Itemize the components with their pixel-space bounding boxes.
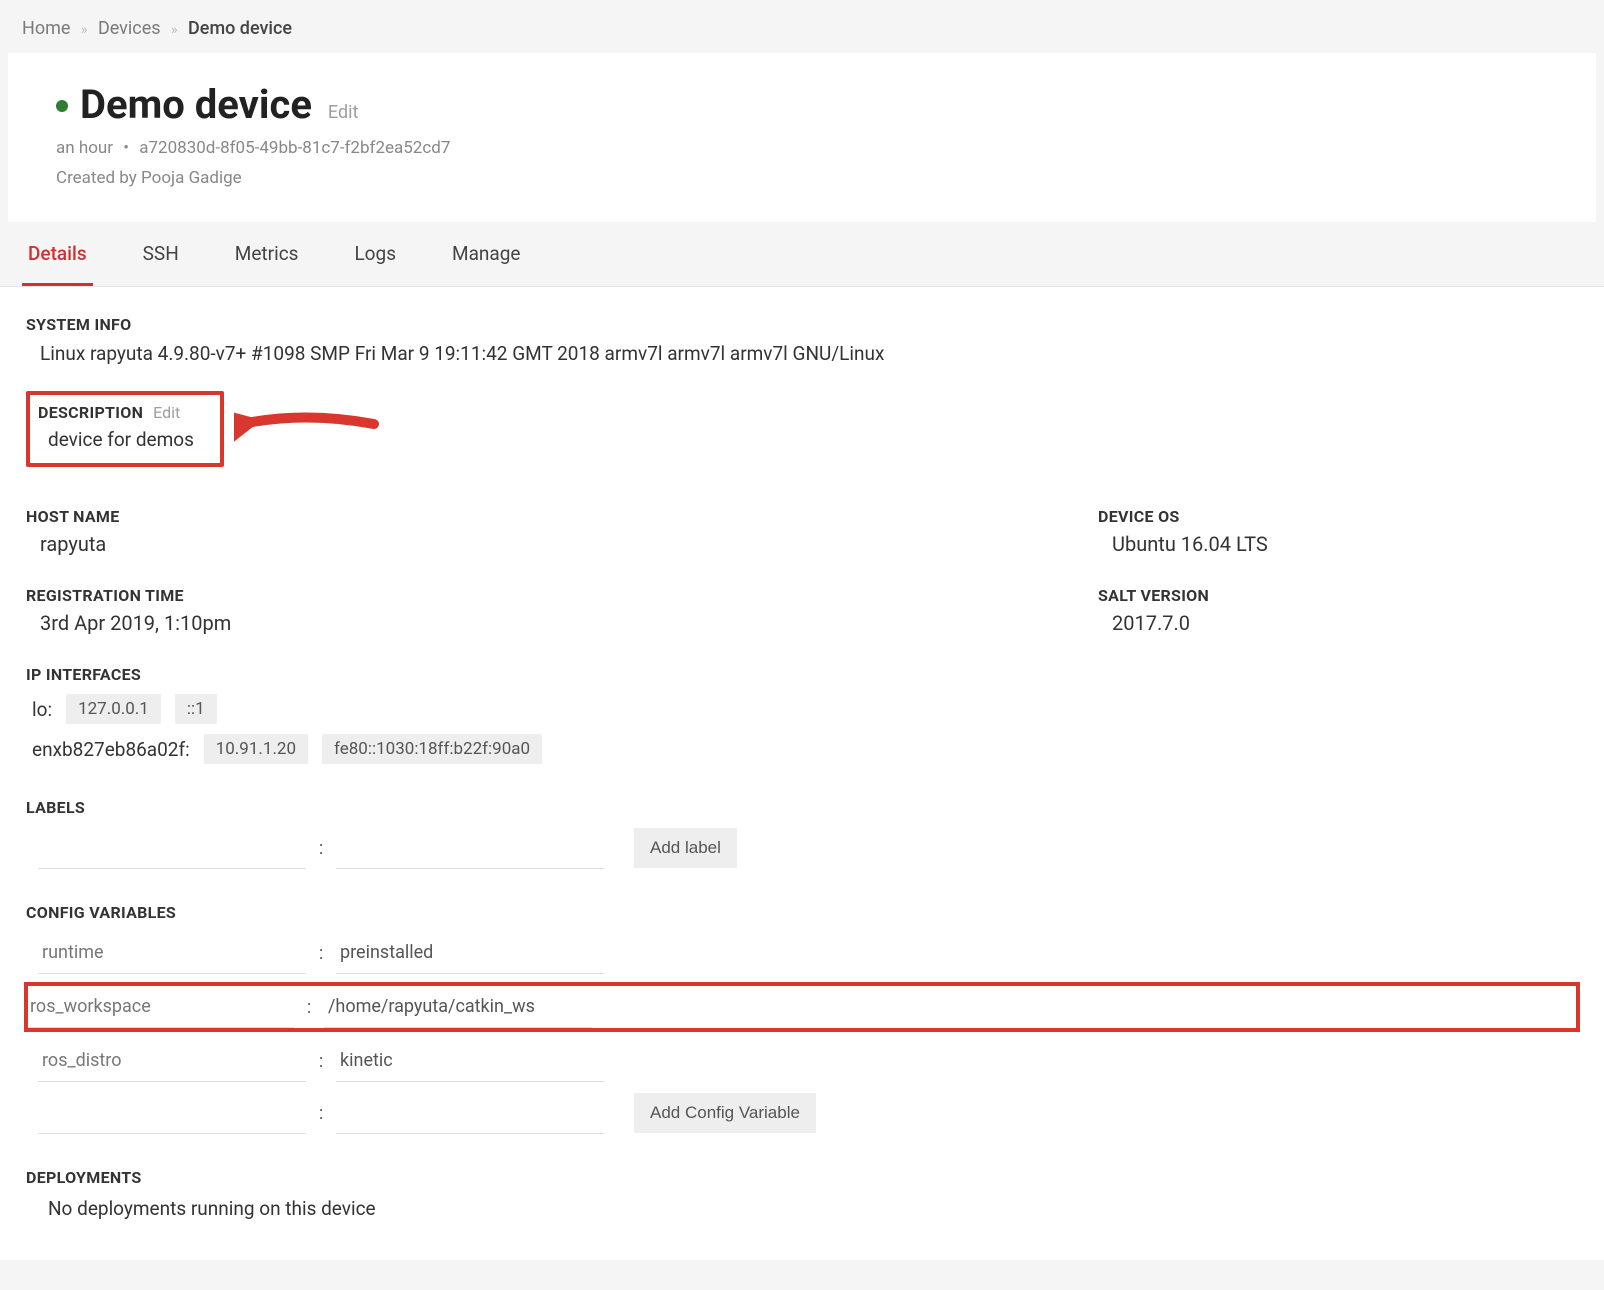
add-label-button[interactable]: Add label [634, 828, 737, 868]
breadcrumb-sep: » [81, 22, 88, 38]
created-by-label: Created by [56, 168, 137, 188]
host-name-label: HOST NAME [26, 507, 326, 526]
system-info-value: Linux rapyuta 4.9.80-v7+ #1098 SMP Fri M… [26, 342, 1578, 365]
breadcrumb-current: Demo device [188, 18, 292, 39]
tab-manage[interactable]: Manage [446, 222, 527, 286]
breadcrumb: Home » Devices » Demo device [0, 0, 1604, 53]
description-section: DESCRIPTION Edit device for demos [26, 391, 1578, 467]
salt-version-label: SALT VERSION [1098, 586, 1398, 605]
tab-details[interactable]: Details [22, 222, 93, 286]
system-info-label: SYSTEM INFO [26, 315, 1578, 334]
host-name-value: rapyuta [26, 532, 326, 556]
config-var-row-new: : Add Config Variable [26, 1092, 1578, 1134]
created-by-value: Pooja Gadige [141, 168, 242, 188]
label-value-input[interactable] [336, 827, 604, 869]
tab-metrics[interactable]: Metrics [229, 222, 305, 286]
device-os-label: DEVICE OS [1098, 507, 1398, 526]
status-dot-online-icon [56, 100, 68, 112]
config-var-key[interactable]: ros_workspace [26, 986, 294, 1028]
config-variables-label: CONFIG VARIABLES [26, 903, 1578, 922]
device-header: Demo device Edit an hour • a720830d-8f05… [8, 53, 1596, 222]
deployments-section: DEPLOYMENTS No deployments running on th… [26, 1168, 1578, 1220]
tab-ssh[interactable]: SSH [137, 222, 185, 286]
edit-device-link[interactable]: Edit [328, 102, 358, 123]
device-os-value: Ubuntu 16.04 LTS [1098, 532, 1398, 556]
config-var-key-input[interactable] [38, 1092, 306, 1134]
ip-chip: fe80::1030:18ff:b22f:90a0 [322, 734, 542, 764]
tab-logs[interactable]: Logs [348, 222, 402, 286]
kv-separator: : [314, 1051, 328, 1072]
config-var-value[interactable]: kinetic [336, 1040, 604, 1082]
salt-version-value: 2017.7.0 [1098, 611, 1398, 635]
meta-sep: • [123, 138, 129, 158]
ip-interfaces-section: IP INTERFACES lo: 127.0.0.1 ::1 enxb827e… [26, 665, 1578, 764]
config-var-value-input[interactable] [336, 1092, 604, 1134]
deployments-label: DEPLOYMENTS [26, 1168, 1578, 1187]
config-var-value[interactable]: /home/rapyuta/catkin_ws [324, 986, 592, 1028]
edit-description-link[interactable]: Edit [153, 403, 180, 422]
deployments-value: No deployments running on this device [26, 1197, 1578, 1220]
breadcrumb-devices[interactable]: Devices [98, 18, 161, 39]
system-info-section: SYSTEM INFO Linux rapyuta 4.9.80-v7+ #10… [26, 315, 1578, 365]
labels-section: LABELS : Add label [26, 798, 1578, 869]
right-column: DEVICE OS Ubuntu 16.04 LTS SALT VERSION … [1098, 507, 1398, 665]
config-var-row-highlighted: ros_workspace : /home/rapyuta/catkin_ws [26, 984, 1578, 1030]
kv-separator: : [314, 943, 328, 964]
ip-interface-name: enxb827eb86a02f: [32, 738, 190, 761]
breadcrumb-home[interactable]: Home [22, 18, 70, 39]
device-uuid: a720830d-8f05-49bb-81c7-f2bf2ea52cd7 [139, 138, 450, 158]
registration-time-label: REGISTRATION TIME [26, 586, 326, 605]
annotation-arrow-icon [234, 399, 384, 453]
registration-time-value: 3rd Apr 2019, 1:10pm [26, 611, 326, 635]
config-variables-section: CONFIG VARIABLES runtime : preinstalled … [26, 903, 1578, 1134]
add-config-variable-button[interactable]: Add Config Variable [634, 1093, 816, 1133]
ip-chip: ::1 [175, 694, 217, 724]
config-var-key[interactable]: runtime [38, 932, 306, 974]
kv-separator: : [314, 1103, 328, 1124]
device-age: an hour [56, 138, 113, 158]
ip-interface-row: lo: 127.0.0.1 ::1 [26, 694, 1578, 724]
left-column: HOST NAME rapyuta REGISTRATION TIME 3rd … [26, 507, 326, 665]
config-var-row: ros_distro : kinetic [26, 1040, 1578, 1082]
kv-separator: : [314, 838, 328, 859]
ip-interface-row: enxb827eb86a02f: 10.91.1.20 fe80::1030:1… [26, 734, 1578, 764]
breadcrumb-sep: » [171, 22, 178, 38]
config-var-value[interactable]: preinstalled [336, 932, 604, 974]
config-var-key[interactable]: ros_distro [38, 1040, 306, 1082]
tabs: Details SSH Metrics Logs Manage [0, 222, 1604, 287]
description-value: device for demos [38, 428, 206, 451]
label-key-input[interactable] [38, 827, 306, 869]
description-label: DESCRIPTION [38, 403, 143, 422]
ip-interface-name: lo: [32, 698, 52, 721]
description-highlight-box: DESCRIPTION Edit device for demos [26, 391, 224, 467]
kv-separator: : [302, 997, 316, 1018]
labels-label: LABELS [26, 798, 1578, 817]
ip-chip: 127.0.0.1 [66, 694, 161, 724]
ip-interfaces-label: IP INTERFACES [26, 665, 1578, 684]
device-title: Demo device [80, 81, 312, 128]
ip-chip: 10.91.1.20 [204, 734, 308, 764]
config-var-row: runtime : preinstalled [26, 932, 1578, 974]
